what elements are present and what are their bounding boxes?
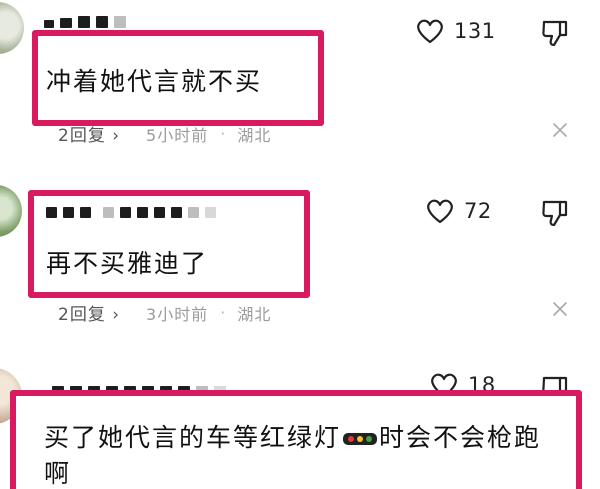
dislike-icon[interactable]	[540, 198, 570, 228]
dislike-icon[interactable]	[540, 18, 570, 48]
close-icon[interactable]	[552, 122, 568, 142]
chevron-right-icon: ›	[112, 126, 121, 146]
username-censored[interactable]	[44, 10, 126, 28]
heart-icon	[426, 198, 454, 224]
comment-text: 再不买雅迪了	[46, 249, 209, 278]
location: 湖北	[237, 125, 272, 145]
timestamp: 3小时前	[146, 304, 209, 324]
like-count: 72	[464, 199, 492, 223]
heart-icon	[416, 18, 444, 44]
separator: ·	[220, 303, 226, 322]
comment-text: 买了她代言的车等红绿灯 时会不会枪跑啊	[44, 423, 542, 488]
replies-link[interactable]: 2回复 ›	[58, 121, 120, 146]
comment-meta: 2回复 › 3小时前 · 湖北	[58, 300, 271, 325]
replies-link[interactable]: 2回复 ›	[58, 300, 120, 325]
traffic-light-emoji	[343, 433, 378, 445]
like-button[interactable]: 72	[426, 198, 492, 224]
separator: ·	[220, 124, 226, 143]
comment-text: 冲着她代言就不买	[46, 67, 263, 96]
comment-meta: 2回复 › 5小时前 · 湖北	[58, 121, 271, 146]
like-button[interactable]: 131	[416, 18, 496, 44]
location: 湖北	[237, 304, 272, 324]
avatar[interactable]	[0, 185, 22, 237]
chevron-right-icon: ›	[112, 305, 121, 325]
like-count: 131	[454, 19, 496, 43]
timestamp: 5小时前	[146, 125, 209, 145]
comment-list: 131 冲着她代言就不买 2回复 › 5小时前 · 湖北 72 再不买雅迪了 2…	[0, 0, 600, 489]
close-icon[interactable]	[552, 301, 568, 321]
avatar[interactable]	[0, 2, 24, 54]
